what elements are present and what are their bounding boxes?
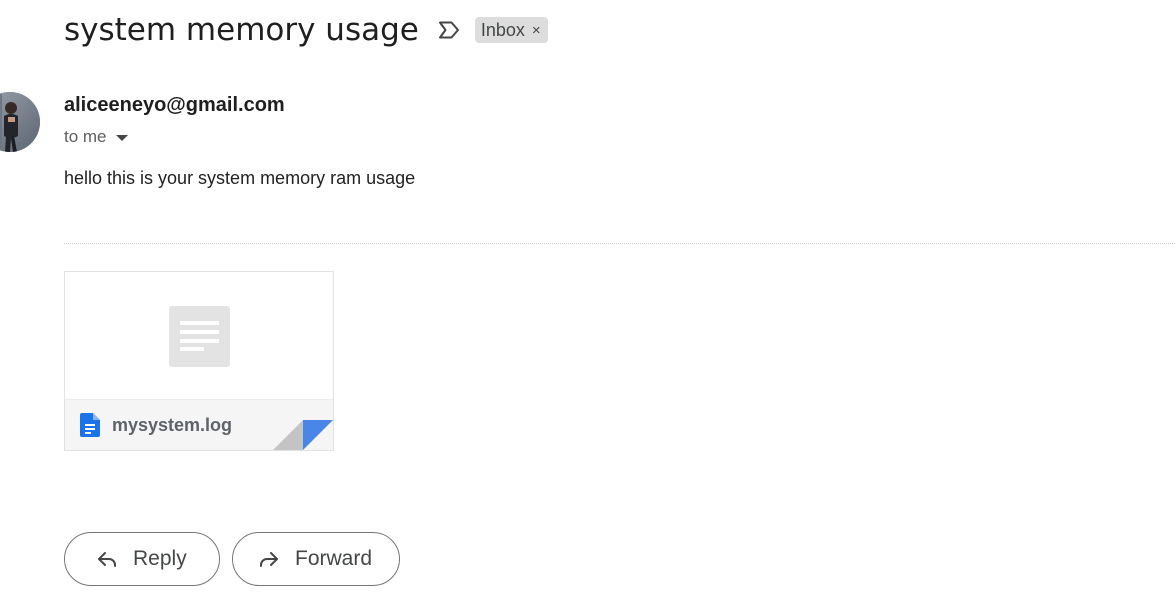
- sender-avatar[interactable]: [0, 92, 40, 152]
- label-important-outline-icon[interactable]: [437, 18, 461, 42]
- chevron-down-icon: [115, 134, 128, 141]
- attachments-divider: [64, 243, 1175, 244]
- label-chip-text: Inbox: [480, 19, 525, 40]
- page-fold-corner: [273, 420, 333, 450]
- email-subject: system memory usage: [64, 12, 419, 48]
- attachment-file-name: mysystem.log: [112, 414, 233, 435]
- reply-arrow-icon: [95, 547, 119, 571]
- subject-row: system memory usage Inbox ×: [64, 8, 548, 52]
- attachment-card[interactable]: mysystem.log: [64, 271, 334, 451]
- forward-button-label: Forward: [295, 547, 373, 570]
- sender-email[interactable]: aliceeneyo@gmail.com: [64, 94, 285, 117]
- forward-arrow-icon: [257, 547, 281, 571]
- remove-label-button[interactable]: ×: [532, 23, 541, 38]
- email-body: hello this is your system memory ram usa…: [64, 168, 416, 188]
- email-message-view: system memory usage Inbox × aliceeneyo@g…: [0, 0, 1175, 602]
- reply-button-label: Reply: [133, 547, 187, 570]
- reply-button[interactable]: Reply: [64, 532, 220, 586]
- google-docs-file-icon: [80, 413, 100, 437]
- recipient-summary: to me: [64, 127, 107, 146]
- forward-button[interactable]: Forward: [232, 532, 400, 586]
- document-placeholder-icon: [169, 306, 230, 367]
- label-chip-inbox: Inbox ×: [474, 17, 548, 43]
- recipient-details-toggle[interactable]: to me: [64, 127, 128, 147]
- attachment-preview: [65, 272, 333, 400]
